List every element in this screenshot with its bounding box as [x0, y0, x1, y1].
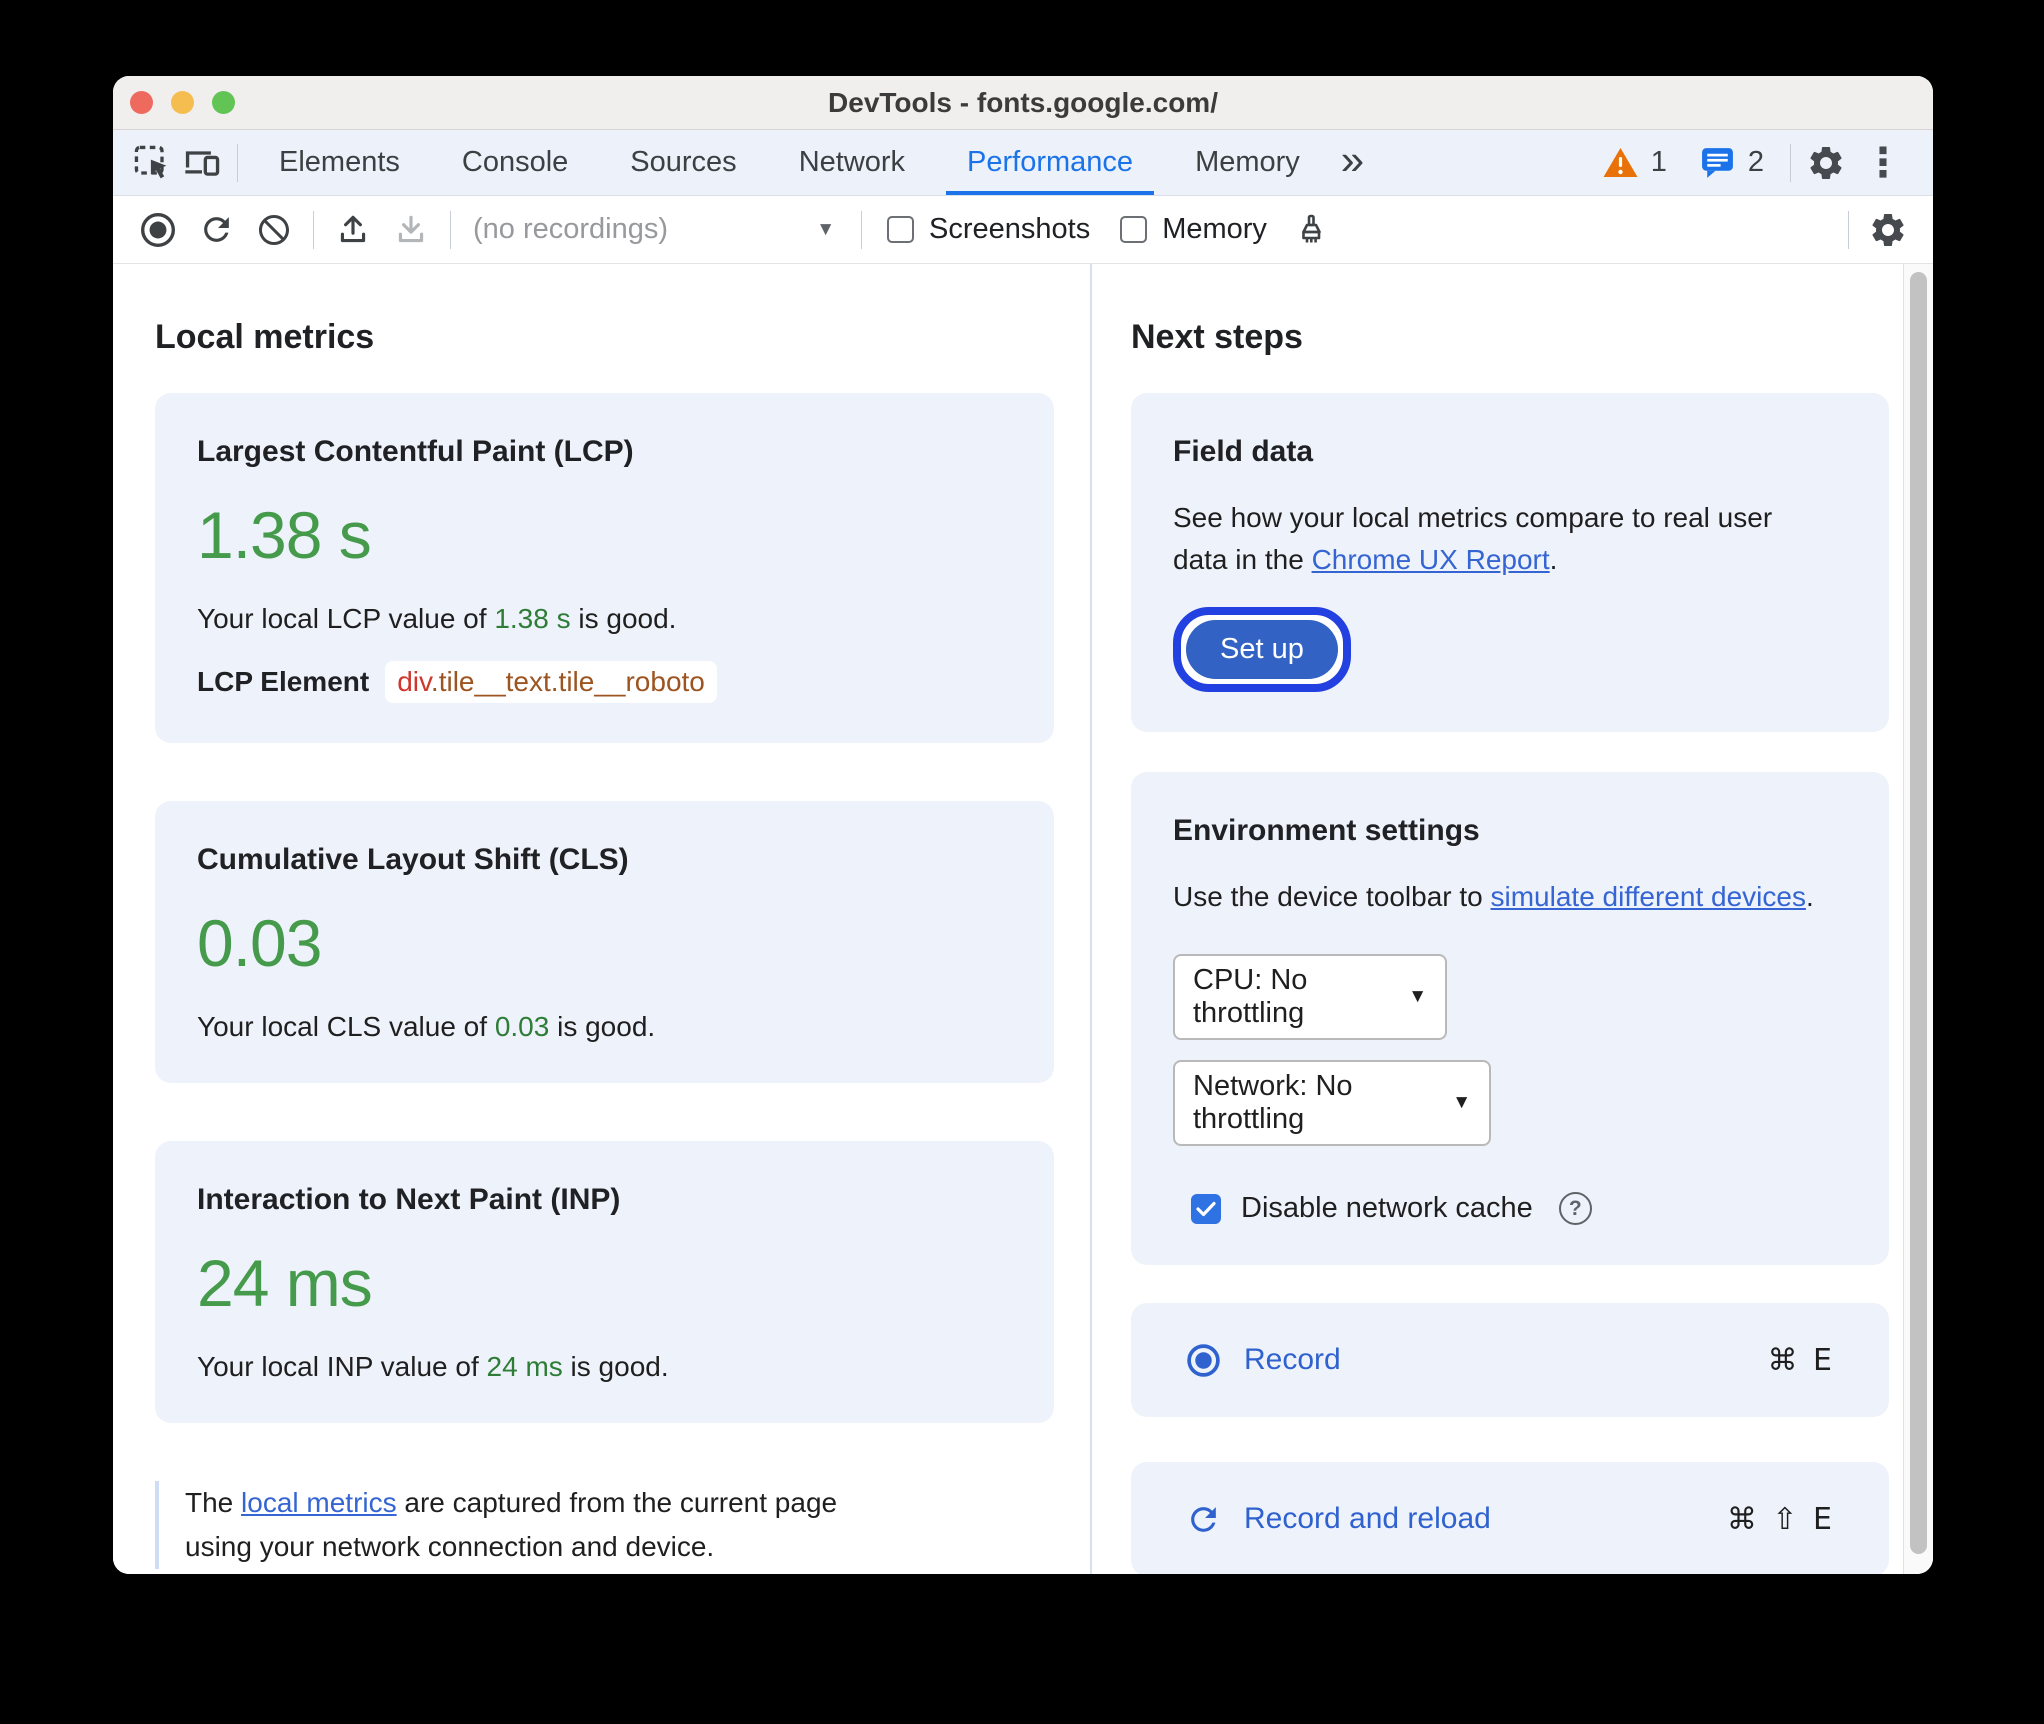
window-title: DevTools - fonts.google.com/: [828, 86, 1218, 118]
environment-settings-title: Environment settings: [1173, 814, 1480, 847]
inspect-element-icon[interactable]: [127, 130, 177, 195]
inp-card: Interaction to Next Paint (INP) 24 ms Yo…: [155, 1141, 1054, 1423]
environment-settings-body: Use the device toolbar to simulate diffe…: [1173, 881, 1814, 912]
check-icon: [1196, 1201, 1216, 1216]
network-throttling-value: Network: No throttling: [1193, 1070, 1353, 1135]
record-action-card[interactable]: Record ⌘ E: [1131, 1303, 1889, 1417]
record-and-reload-action-label: Record and reload: [1244, 1502, 1491, 1535]
lcp-element-label: LCP Element: [197, 666, 370, 697]
tab-network[interactable]: Network: [768, 130, 936, 195]
memory-checkbox-row[interactable]: Memory: [1120, 213, 1267, 246]
divider: [1848, 210, 1849, 249]
tab-sources[interactable]: Sources: [599, 130, 767, 195]
simulate-devices-link[interactable]: simulate different devices: [1491, 881, 1806, 912]
record-and-reload-action-card[interactable]: Record and reload ⌘ ⇧ E: [1131, 1462, 1889, 1574]
local-metrics-footnote: The local metrics are captured from the …: [155, 1481, 885, 1569]
record-shortcut: ⌘ E: [1767, 1342, 1835, 1378]
recordings-dropdown[interactable]: (no recordings) ▼: [461, 213, 851, 246]
titlebar: DevTools - fonts.google.com/: [113, 76, 1933, 130]
cls-description: Your local CLS value of 0.03 is good.: [197, 1011, 656, 1042]
field-data-title: Field data: [1173, 435, 1314, 468]
garbage-collect-brush-icon[interactable]: [1282, 196, 1340, 263]
record-action-label: Record: [1244, 1343, 1341, 1376]
next-steps-heading: Next steps: [1131, 318, 1303, 356]
tab-memory[interactable]: Memory: [1164, 130, 1331, 195]
lcp-value: 1.38 s: [197, 498, 372, 572]
local-metrics-link[interactable]: local metrics: [241, 1487, 397, 1518]
inp-title: Interaction to Next Paint (INP): [197, 1183, 621, 1216]
message-icon: [1701, 148, 1733, 178]
lcp-description: Your local LCP value of 1.38 s is good.: [197, 603, 677, 634]
divider: [1790, 143, 1791, 182]
chevron-down-icon: ▼: [816, 218, 835, 240]
setup-button[interactable]: Set up: [1186, 620, 1338, 679]
record-and-reload-icon[interactable]: [187, 196, 245, 263]
device-toolbar-icon[interactable]: [177, 130, 227, 195]
clear-icon[interactable]: [245, 196, 303, 263]
divider: [861, 210, 862, 249]
inp-description: Your local INP value of 24 ms is good.: [197, 1351, 669, 1382]
tab-console[interactable]: Console: [431, 130, 599, 195]
lcp-element-row: LCP Element div.tile__text.tile__roboto: [197, 661, 1012, 703]
message-count: 2: [1747, 146, 1764, 178]
lcp-title: Largest Contentful Paint (LCP): [197, 435, 634, 468]
chevron-down-icon: ▼: [1408, 986, 1427, 1007]
performance-toolbar: (no recordings) ▼ Screenshots Memory: [113, 196, 1933, 264]
help-icon[interactable]: ?: [1558, 1192, 1592, 1225]
load-profile-icon[interactable]: [324, 196, 382, 263]
warning-count: 1: [1650, 146, 1667, 178]
local-metrics-heading: Local metrics: [155, 318, 375, 356]
disable-cache-checkbox[interactable]: [1191, 1193, 1221, 1224]
tab-elements[interactable]: Elements: [248, 130, 431, 195]
local-metrics-panel: Local metrics Largest Contentful Paint (…: [113, 264, 1092, 1574]
network-throttling-select[interactable]: Network: No throttling ▼: [1173, 1060, 1491, 1146]
divider: [237, 143, 238, 182]
setup-button-focus-ring: Set up: [1173, 607, 1351, 692]
record-and-reload-shortcut: ⌘ ⇧ E: [1726, 1501, 1835, 1537]
tab-performance[interactable]: Performance: [936, 130, 1164, 195]
divider: [313, 210, 314, 249]
lcp-element-link[interactable]: div.tile__text.tile__roboto: [385, 661, 717, 703]
recordings-dropdown-value: (no recordings): [473, 213, 669, 245]
issues-warning-badge[interactable]: 1: [1602, 146, 1667, 180]
warning-icon: [1603, 147, 1638, 177]
disable-cache-label: Disable network cache: [1241, 1192, 1533, 1224]
chrome-ux-report-link[interactable]: Chrome UX Report: [1312, 544, 1550, 575]
field-data-card: Field data See how your local metrics co…: [1131, 393, 1889, 732]
cpu-throttling-value: CPU: No throttling: [1193, 964, 1308, 1029]
cls-card: Cumulative Layout Shift (CLS) 0.03 Your …: [155, 801, 1054, 1083]
scrollbar-track[interactable]: [1903, 264, 1933, 1574]
scrollbar-thumb[interactable]: [1910, 272, 1927, 1554]
memory-checkbox[interactable]: [1120, 216, 1148, 243]
screenshots-label: Screenshots: [929, 213, 1091, 245]
cpu-throttling-select[interactable]: CPU: No throttling ▼: [1173, 954, 1447, 1040]
cls-value: 0.03: [197, 906, 322, 980]
lcp-card: Largest Contentful Paint (LCP) 1.38 s Yo…: [155, 393, 1054, 743]
capture-settings-gear-icon[interactable]: [1859, 196, 1917, 263]
environment-settings-card: Environment settings Use the device tool…: [1131, 772, 1889, 1265]
settings-gear-icon[interactable]: [1801, 130, 1851, 195]
more-tabs-icon[interactable]: »: [1331, 136, 1374, 184]
reload-icon: [1191, 1506, 1216, 1532]
disable-cache-row: Disable network cache ?: [1173, 1192, 1847, 1225]
screenshots-checkbox[interactable]: [887, 216, 914, 243]
chevron-down-icon: ▼: [1452, 1092, 1471, 1113]
screenshots-checkbox-row[interactable]: Screenshots: [887, 213, 1090, 246]
landing-content: Local metrics Largest Contentful Paint (…: [113, 264, 1933, 1574]
devtools-window: DevTools - fonts.google.com/ Elements Co…: [113, 76, 1933, 1574]
field-data-body: See how your local metrics compare to re…: [1173, 502, 1773, 575]
cls-title: Cumulative Layout Shift (CLS): [197, 843, 629, 876]
save-profile-icon[interactable]: [382, 196, 440, 263]
record-icon[interactable]: [129, 196, 187, 263]
overflow-menu-icon[interactable]: ⋮: [1851, 140, 1915, 186]
memory-label: Memory: [1162, 213, 1267, 245]
inp-value: 24 ms: [197, 1246, 373, 1320]
divider: [450, 210, 451, 249]
record-icon: [1187, 1343, 1220, 1377]
devtools-tabbar: Elements Console Sources Network Perform…: [113, 130, 1933, 196]
next-steps-panel: Next steps Field data See how your local…: [1092, 264, 1903, 1574]
issues-message-badge[interactable]: 2: [1699, 144, 1764, 181]
